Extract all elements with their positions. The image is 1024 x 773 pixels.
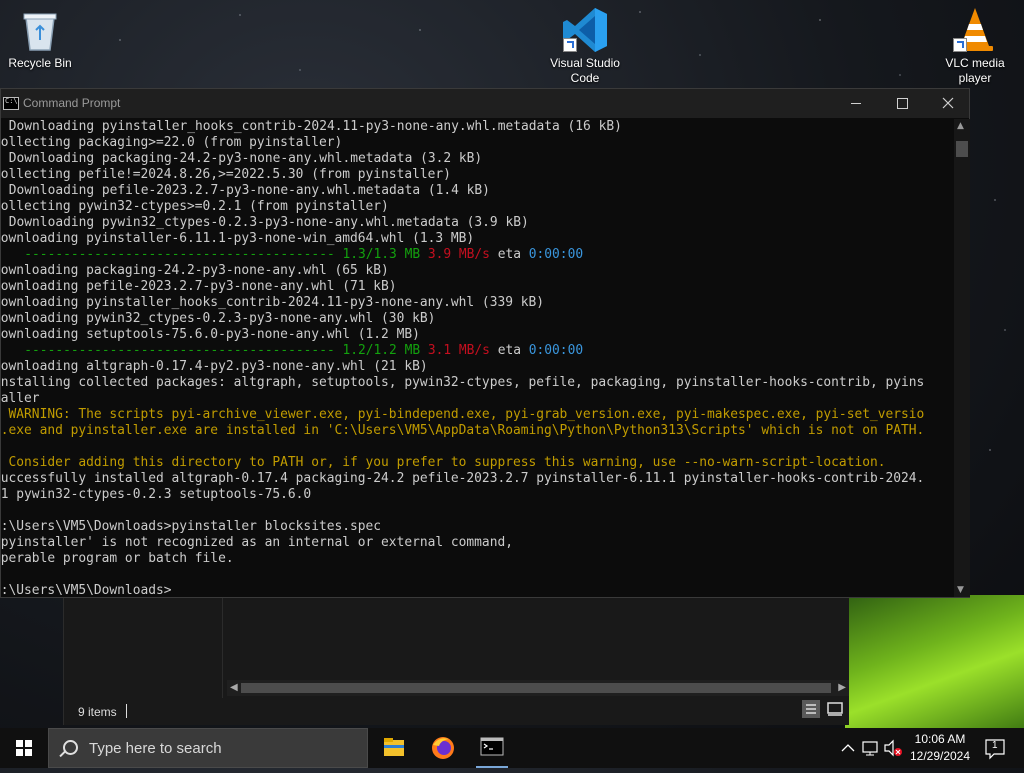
- taskbar-firefox[interactable]: [419, 728, 467, 768]
- network-button[interactable]: [860, 728, 882, 768]
- command-prompt-icon: [480, 737, 504, 756]
- console-line: Downloading pefile-2023.2.7-py3-none-any…: [1, 183, 490, 198]
- minimize-button[interactable]: [833, 89, 879, 118]
- progress-eta: 0:00:00: [528, 343, 584, 358]
- progress-bar: ----------------------------------------: [1, 247, 343, 262]
- desktop-icon-label: Recycle Bin: [8, 56, 72, 70]
- status-bar: 9 items: [64, 698, 849, 725]
- desktop-icon-vlc[interactable]: VLC media player: [935, 6, 1015, 86]
- clock-date: 12/29/2024: [909, 749, 971, 763]
- progress-eta-label: eta: [489, 247, 529, 262]
- desktop-icon-label: VLC media player: [945, 56, 1005, 85]
- progress-line: ----------------------------------------…: [1, 343, 953, 359]
- network-icon: [862, 741, 878, 756]
- console-line: Downloading packaging-24.2-py3-none-any.…: [1, 263, 389, 278]
- window-title: Command Prompt: [23, 96, 121, 110]
- recycle-bin-icon: [16, 6, 64, 54]
- console-line: Successfully installed altgraph-0.17.4 p…: [1, 471, 925, 486]
- file-explorer-window[interactable]: ◀ ▶ 9 items: [63, 595, 849, 725]
- console-line: Collecting packaging>=22.0 (from pyinsta…: [1, 135, 343, 150]
- console-output[interactable]: Downloading pyinstaller_hooks_contrib-20…: [1, 119, 953, 597]
- warning-line: n.exe and pyinstaller.exe are installed …: [1, 423, 925, 438]
- console-line: operable program or batch file.: [1, 551, 234, 566]
- taskbar-search-box[interactable]: Type here to search: [48, 728, 368, 768]
- navigation-pane[interactable]: [64, 595, 223, 698]
- taskbar: Type here to search 10:06 AM 12/29/2024 …: [0, 728, 1024, 768]
- clock-time: 10:06 AM: [914, 732, 966, 746]
- console-line: Downloading pywin32_ctypes-0.2.3-py3-non…: [1, 311, 436, 326]
- wallpaper-tent: [845, 595, 1024, 730]
- progress-bar: ----------------------------------------: [1, 343, 343, 358]
- search-placeholder: Type here to search: [89, 740, 222, 757]
- shortcut-arrow-icon: [953, 38, 967, 52]
- console-line: 'pyinstaller' is not recognized as an in…: [1, 535, 513, 550]
- large-icons-view-button[interactable]: [826, 700, 844, 718]
- details-view-button[interactable]: [802, 700, 820, 718]
- start-button[interactable]: [0, 728, 48, 768]
- firefox-icon: [432, 737, 454, 759]
- title-bar[interactable]: C:\ Command Prompt: [1, 89, 969, 118]
- command-prompt-window[interactable]: C:\ Command Prompt Downloading pyinstall…: [0, 88, 970, 598]
- maximize-button[interactable]: [879, 89, 925, 118]
- search-icon: [63, 740, 78, 755]
- console-line: Downloading pywin32_ctypes-0.2.3-py3-non…: [1, 215, 529, 230]
- progress-size: 1.3/1.3 MB: [342, 247, 421, 262]
- console-line: taller: [1, 391, 40, 406]
- notification-count: 1: [992, 740, 998, 751]
- scrollbar-thumb[interactable]: [956, 141, 968, 157]
- console-line: Collecting pywin32-ctypes>=0.2.1 (from p…: [1, 199, 389, 214]
- taskbar-file-explorer[interactable]: [370, 728, 418, 768]
- console-line: Downloading pyinstaller_hooks_contrib-20…: [1, 295, 545, 310]
- shortcut-arrow-icon: [563, 38, 577, 52]
- progress-size: 1.2/1.2 MB: [342, 343, 421, 358]
- vlc-icon: [951, 6, 999, 54]
- horizontal-scrollbar[interactable]: ◀ ▶: [227, 680, 849, 696]
- scroll-up-icon[interactable]: ▲: [957, 121, 964, 131]
- progress-eta-label: eta: [489, 343, 529, 358]
- taskbar-command-prompt[interactable]: [468, 728, 516, 768]
- warning-line: Consider adding this directory to PATH o…: [1, 455, 886, 470]
- scroll-left-icon[interactable]: ◀: [230, 682, 238, 693]
- console-line: Downloading packaging-24.2-py3-none-any.…: [1, 151, 483, 166]
- command-prompt-icon: C:\: [3, 97, 19, 110]
- console-line: C:\Users\VM5\Downloads>pyinstaller block…: [1, 519, 382, 534]
- scrollbar-thumb[interactable]: [241, 683, 831, 693]
- warning-line: [1, 439, 953, 455]
- progress-speed: 3.1 MB/s: [427, 343, 490, 358]
- console-line: Downloading altgraph-0.17.4-py2.py3-none…: [1, 359, 428, 374]
- volume-button[interactable]: [882, 728, 904, 768]
- command-prompt-line[interactable]: C:\Users\VM5\Downloads>: [1, 583, 953, 597]
- close-icon: [942, 97, 954, 109]
- desktop-icon-label: Visual Studio Code: [550, 56, 620, 85]
- console-line: Downloading setuptools-75.6.0-py3-none-a…: [1, 327, 420, 342]
- scroll-down-icon[interactable]: ▼: [957, 585, 964, 595]
- clock[interactable]: 10:06 AM 12/29/2024: [905, 731, 975, 765]
- item-count: 9 items: [78, 705, 117, 719]
- console-line: Downloading pyinstaller_hooks_contrib-20…: [1, 119, 622, 134]
- console-line: Downloading pyinstaller-6.11.1-py3-none-…: [1, 231, 475, 246]
- console-line: Installing collected packages: altgraph,…: [1, 375, 925, 390]
- text-caret: [126, 704, 127, 718]
- progress-line: ----------------------------------------…: [1, 247, 953, 263]
- desktop-icon-vscode[interactable]: Visual Studio Code: [545, 6, 625, 86]
- close-button[interactable]: [925, 89, 971, 118]
- desktop-icon-recycle-bin[interactable]: Recycle Bin: [0, 6, 80, 71]
- console-line: Collecting pefile!=2024.8.26,>=2022.5.30…: [1, 167, 451, 182]
- progress-eta: 0:00:00: [528, 247, 584, 262]
- file-explorer-icon: [384, 738, 404, 756]
- progress-speed: 3.9 MB/s: [427, 247, 490, 262]
- vertical-scrollbar[interactable]: ▲ ▼: [954, 119, 970, 597]
- warning-line: WARNING: The scripts pyi-archive_viewer.…: [1, 407, 925, 422]
- scroll-right-icon[interactable]: ▶: [838, 682, 846, 693]
- speaker-muted-icon: [884, 739, 902, 757]
- chevron-up-icon: [841, 744, 855, 752]
- console-line: Downloading pefile-2023.2.7-py3-none-any…: [1, 279, 397, 294]
- notification-center-button[interactable]: 1: [980, 728, 1010, 768]
- vscode-icon: [561, 6, 609, 54]
- show-hidden-icons-button[interactable]: [838, 728, 858, 768]
- console-line: 11 pywin32-ctypes-0.2.3 setuptools-75.6.…: [1, 487, 312, 502]
